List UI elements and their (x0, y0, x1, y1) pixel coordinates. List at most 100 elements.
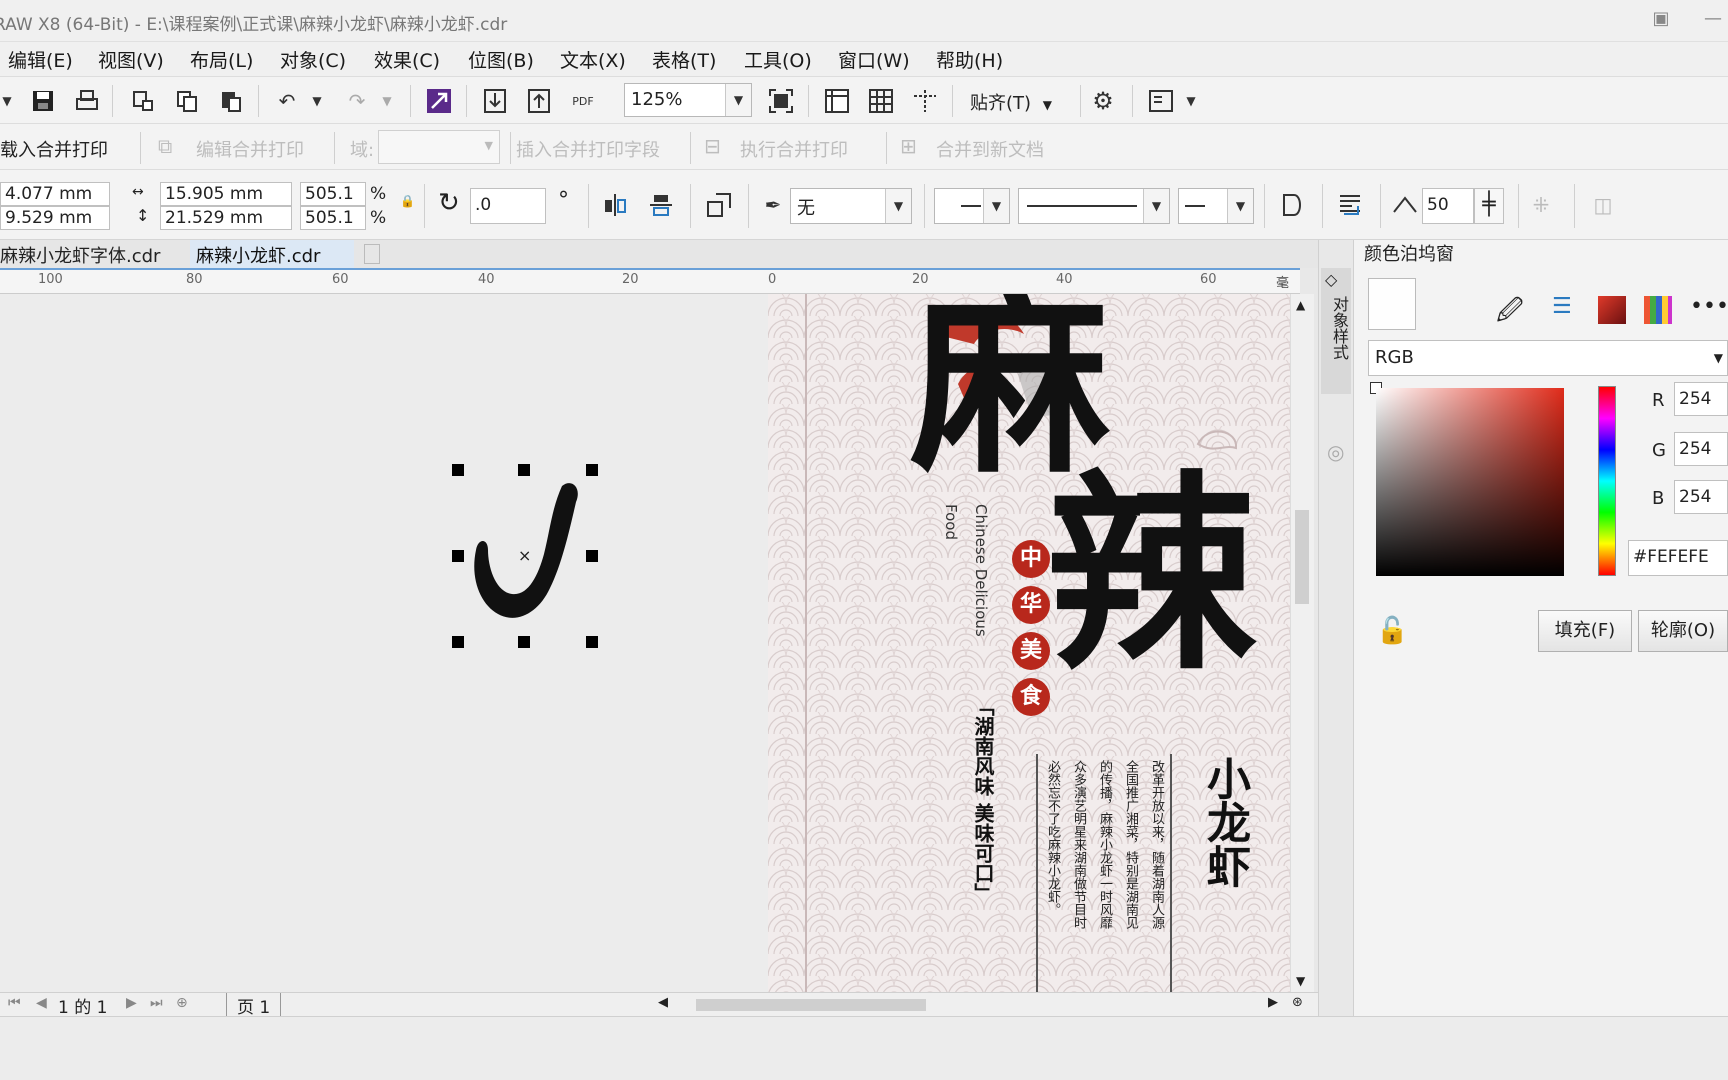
eyedropper-icon[interactable]: 🖉 (1496, 292, 1524, 336)
current-color-swatch[interactable] (1368, 278, 1416, 330)
selection-handle[interactable] (586, 550, 598, 562)
mirror-horizontal-icon[interactable] (600, 190, 630, 220)
fill-button[interactable]: 填充(F) (1538, 610, 1632, 652)
selection-handle[interactable] (518, 464, 530, 476)
scroll-right-icon[interactable]: ▶ (1268, 995, 1278, 1010)
first-page-icon[interactable]: ⏮ (8, 995, 21, 1011)
save-icon[interactable] (28, 86, 58, 116)
merge-to-new-document-button[interactable]: 合并到新文档 (936, 136, 1044, 162)
redo-dropdown-icon[interactable]: ▼ (372, 86, 402, 116)
menu-bitmap[interactable]: 位图(B) (468, 46, 534, 73)
hue-slider[interactable] (1598, 386, 1616, 576)
search-content-icon[interactable] (424, 86, 454, 116)
scroll-down-icon[interactable]: ▼ (1296, 974, 1305, 988)
drawing-canvas[interactable]: × 麻 辣 Chinese Delicious Food 中 华 美 食 「湖南… (0, 294, 1300, 992)
add-page-icon[interactable]: ⊕ (176, 995, 188, 1011)
scroll-thumb[interactable] (1295, 510, 1309, 604)
close-curve-icon[interactable] (1278, 190, 1308, 220)
menu-view[interactable]: 视图(V) (98, 46, 164, 73)
publish-pdf-icon[interactable]: PDF (568, 86, 598, 116)
paste-icon[interactable] (216, 86, 246, 116)
outline-button[interactable]: 轮廓(O) (1638, 610, 1728, 652)
menu-object[interactable]: 对象(C) (280, 46, 346, 73)
next-page-icon[interactable]: ▶ (126, 995, 137, 1011)
menu-table[interactable]: 表格(T) (652, 46, 716, 73)
x-position-field[interactable]: 4.077 mm (0, 182, 110, 206)
convert-to-curves-icon[interactable] (704, 190, 734, 220)
full-screen-icon[interactable] (766, 86, 796, 116)
color-viewer-icon[interactable] (1598, 296, 1626, 324)
line-style-combo[interactable]: ▼ (1018, 188, 1170, 224)
chevron-down-icon[interactable]: ▼ (1176, 86, 1206, 116)
selection-handle[interactable] (518, 636, 530, 648)
chevron-down-icon[interactable]: ▼ (1143, 189, 1169, 223)
copy-icon[interactable] (172, 86, 202, 116)
quick-customize-icon[interactable]: ◫ (1588, 190, 1618, 220)
color-palettes-icon[interactable] (1644, 296, 1672, 324)
chevron-down-icon[interactable]: ▼ (885, 189, 911, 223)
chevron-down-icon[interactable]: ▼ (1227, 189, 1253, 223)
show-guidelines-icon[interactable] (910, 86, 940, 116)
export-icon[interactable] (524, 86, 554, 116)
undo-dropdown-icon[interactable]: ▼ (302, 86, 332, 116)
open-dropdown-icon[interactable]: ▼ (0, 86, 22, 116)
hex-field[interactable]: #FEFEFE (1628, 540, 1728, 576)
smoothing-slider-icon[interactable]: ╪ (1474, 188, 1504, 224)
scale-width-field[interactable]: 505.1 (300, 182, 366, 206)
gear-icon[interactable]: ⚙ (1088, 86, 1118, 116)
import-icon[interactable] (480, 86, 510, 116)
menu-edit[interactable]: 编辑(E) (8, 46, 73, 73)
menu-text[interactable]: 文本(X) (560, 46, 626, 73)
color-picker-area[interactable] (1376, 388, 1564, 576)
scroll-up-icon[interactable]: ▲ (1296, 298, 1305, 312)
start-arrowhead-combo[interactable]: ▼ (934, 188, 1010, 224)
width-field[interactable]: 15.905 mm (160, 182, 292, 206)
prev-page-icon[interactable]: ◀ (36, 995, 47, 1011)
menu-effects[interactable]: 效果(C) (374, 46, 440, 73)
y-position-field[interactable]: 9.529 mm (0, 206, 110, 230)
color-sliders-icon[interactable]: ☰ (1552, 294, 1572, 319)
unlock-icon[interactable]: 🔓 (1376, 616, 1408, 646)
insert-merge-field-button[interactable]: 插入合并打印字段 (516, 136, 660, 162)
menu-layout[interactable]: 布局(L) (190, 46, 253, 73)
rotation-field[interactable]: .0 (470, 188, 546, 224)
end-arrowhead-combo[interactable]: ▼ (1178, 188, 1254, 224)
zoom-combo[interactable]: 125% ▼ (624, 83, 752, 117)
page-tab[interactable]: 页 1 (226, 993, 282, 1018)
load-print-merge-button[interactable]: 载入合并打印 (0, 136, 108, 162)
vertical-scrollbar[interactable]: ▲ ▼ (1290, 294, 1314, 992)
show-rulers-icon[interactable] (822, 86, 852, 116)
tab-main-document[interactable]: 麻辣小龙虾.cdr (190, 240, 354, 268)
outline-style-combo[interactable]: 无 ▼ (790, 188, 912, 224)
minimize-icon[interactable]: — (1700, 8, 1726, 34)
curve-smoothing-icon[interactable] (1390, 190, 1420, 220)
green-field[interactable]: 254 (1674, 432, 1728, 466)
undo-icon[interactable]: ↶ (272, 86, 302, 116)
color-model-select[interactable]: RGB ▼ (1368, 340, 1728, 376)
redo-icon[interactable]: ↷ (342, 86, 372, 116)
launch-icon[interactable] (1146, 86, 1176, 116)
extract-subpath-icon[interactable]: ⁜ (1526, 190, 1556, 220)
blue-field[interactable]: 254 (1674, 480, 1728, 514)
selection-handle[interactable] (586, 636, 598, 648)
docker-tab-icon[interactable]: ◎ (1327, 440, 1344, 464)
restore-icon[interactable]: ▣ (1648, 8, 1674, 34)
height-field[interactable]: 21.529 mm (160, 206, 292, 230)
zoom-navigator-icon[interactable]: ⊛ (1292, 995, 1303, 1010)
horizontal-scroll-thumb[interactable] (696, 999, 926, 1011)
wrap-text-icon[interactable] (1336, 190, 1366, 220)
red-field[interactable]: 254 (1674, 382, 1728, 416)
selection-handle[interactable] (452, 550, 464, 562)
chevron-down-icon[interactable]: ▼ (725, 84, 751, 116)
scale-height-field[interactable]: 505.1 (300, 206, 366, 230)
more-options-icon[interactable]: ••• (1690, 294, 1728, 319)
cut-icon[interactable] (128, 86, 158, 116)
mirror-vertical-icon[interactable] (646, 190, 676, 220)
show-grid-icon[interactable] (866, 86, 896, 116)
scroll-left-icon[interactable]: ◀ (658, 995, 668, 1010)
selection-handle[interactable] (586, 464, 598, 476)
pen-nib-icon[interactable]: ✒ (758, 190, 788, 220)
tab-font-document[interactable]: 麻辣小龙虾字体.cdr (0, 240, 166, 268)
edit-print-merge-button[interactable]: 编辑合并打印 (196, 136, 304, 162)
last-page-icon[interactable]: ⏭ (150, 995, 163, 1011)
